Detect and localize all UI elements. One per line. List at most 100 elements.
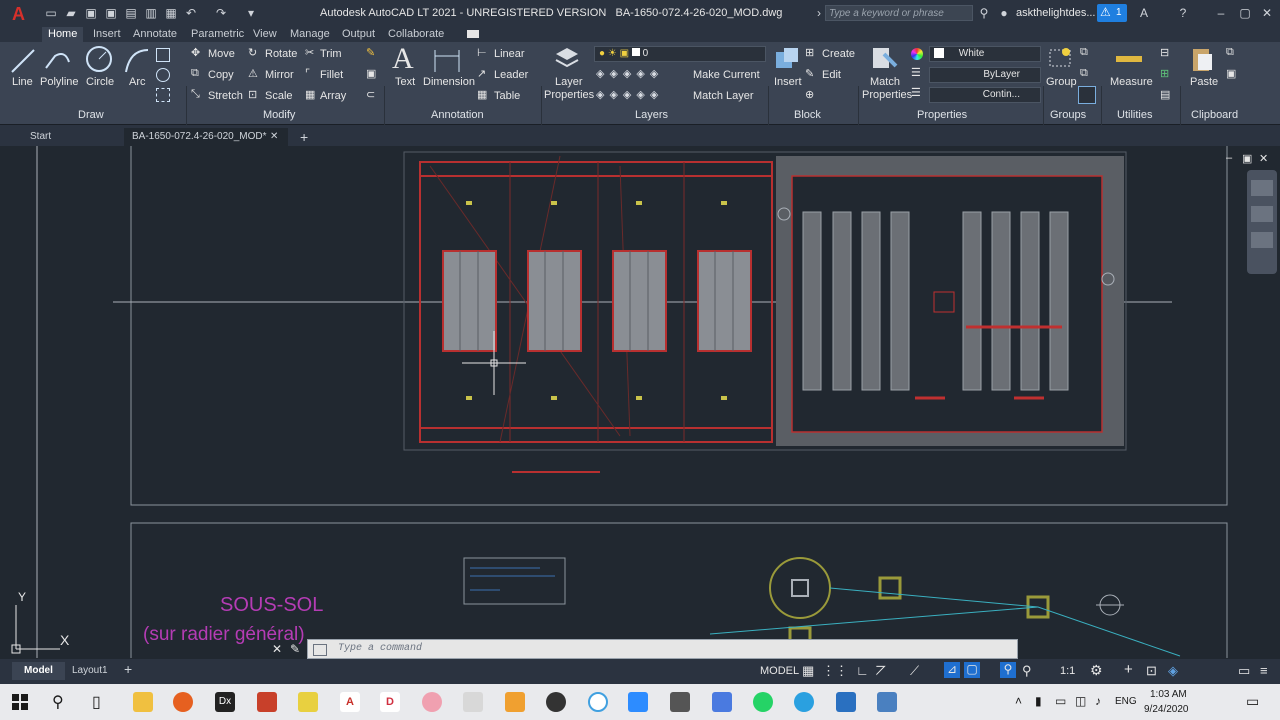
table-button[interactable]: Table <box>494 90 520 102</box>
autocad-taskbar-icon[interactable]: A <box>340 692 360 712</box>
clock-time[interactable]: 1:03 AM <box>1150 689 1187 700</box>
paste-icon[interactable] <box>1188 44 1218 74</box>
ortho-icon[interactable]: ∟ <box>856 663 869 678</box>
layer-tools-icon-row1[interactable]: ◈◈◈◈◈ <box>596 67 663 80</box>
cut-clip-icon[interactable]: ▣ <box>1226 67 1236 80</box>
autocad-logo[interactable]: A <box>12 4 30 24</box>
scale-button[interactable]: Scale <box>265 90 293 102</box>
arc-icon[interactable] <box>122 46 152 76</box>
viewport-close-icon[interactable]: ✕ <box>1259 152 1268 165</box>
polar-icon[interactable]: ⦢ <box>876 663 886 679</box>
measure-icon[interactable] <box>1116 56 1142 62</box>
tab-insert[interactable]: Insert <box>93 27 121 42</box>
properties-panel-title[interactable]: Properties <box>917 109 967 121</box>
text-button[interactable]: Text <box>395 76 415 88</box>
clean-screen-icon[interactable]: ▭ <box>1238 663 1250 679</box>
move-icon[interactable]: ✥ <box>191 46 200 59</box>
file-explorer-icon[interactable] <box>133 692 153 712</box>
ribbon-toggle-icon[interactable] <box>467 30 479 38</box>
utilities-panel-title[interactable]: Utilities <box>1117 109 1152 121</box>
color-dropdown[interactable]: White <box>929 46 1041 62</box>
ungroup-icon[interactable]: ⧉ <box>1080 46 1088 59</box>
drawing-svg[interactable] <box>0 146 1280 658</box>
osnap-icon[interactable]: ⊿ <box>944 662 960 678</box>
calculator-taskbar-icon[interactable] <box>670 692 690 712</box>
edit-button[interactable]: Edit <box>822 69 841 81</box>
fillet-icon[interactable]: ⌜ <box>305 67 310 80</box>
color-wheel-icon[interactable] <box>911 48 923 60</box>
annotation-panel-title[interactable]: Annotation <box>431 109 484 121</box>
explode-icon[interactable]: ▣ <box>366 67 376 80</box>
erase-icon[interactable]: ✎ <box>366 46 375 59</box>
workspace-gear-icon[interactable]: ⚙ <box>1090 662 1103 679</box>
layout-tab-model[interactable]: Model <box>12 662 65 680</box>
clock-date[interactable]: 9/24/2020 <box>1144 704 1189 715</box>
app-ring-icon[interactable] <box>588 692 608 712</box>
lineweight-icon[interactable]: ☰ <box>911 66 921 79</box>
tab-home[interactable]: Home <box>42 27 84 42</box>
layers-panel-title[interactable]: Layers <box>635 109 668 121</box>
linetype-icon[interactable]: ☰ <box>911 86 921 99</box>
model-space-button[interactable]: MODEL <box>760 665 799 677</box>
group-edit-icon[interactable]: ⧉ <box>1080 67 1088 80</box>
dimension-button[interactable]: Dimension <box>423 76 475 88</box>
command-settings-icon[interactable]: ✎ <box>290 642 300 656</box>
circle-icon[interactable] <box>84 44 114 74</box>
search-icon[interactable]: ⚲ <box>977 6 991 20</box>
clipboard-panel-title[interactable]: Clipboard <box>1191 109 1238 121</box>
copy-icon[interactable]: ⧉ <box>191 67 199 80</box>
search-expand-icon[interactable]: › <box>812 6 826 20</box>
copy-button[interactable]: Copy <box>208 69 234 81</box>
annotation-scale-value[interactable]: 1:1 <box>1060 665 1075 677</box>
help-icon[interactable]: ? <box>1176 6 1190 20</box>
fillet-button[interactable]: Fillet <box>320 69 343 81</box>
windows-start-icon[interactable] <box>12 694 28 710</box>
rotate-button[interactable]: Rotate <box>265 48 297 60</box>
mirror-icon[interactable]: ⚠ <box>248 67 258 80</box>
save-web-icon[interactable]: ▥ <box>144 6 158 20</box>
linear-button[interactable]: Linear <box>494 48 525 60</box>
task-view-icon[interactable]: ▯ <box>92 692 101 712</box>
group-icon[interactable] <box>1046 44 1076 74</box>
stretch-icon[interactable]: ⤡ <box>191 88 200 101</box>
rectangle-icon[interactable] <box>156 48 170 62</box>
calculator-icon[interactable]: ▤ <box>1160 88 1170 101</box>
viewport-minimize-icon[interactable]: – <box>1226 152 1232 164</box>
groups-panel-title[interactable]: Groups <box>1050 109 1086 121</box>
attributes-icon[interactable]: ⊕ <box>805 88 814 101</box>
obs-icon[interactable] <box>546 692 566 712</box>
measure-button[interactable]: Measure <box>1110 76 1153 88</box>
save-icon[interactable]: ▣ <box>84 6 98 20</box>
group-select-icon[interactable] <box>1078 86 1096 104</box>
close-tab-icon[interactable]: ✕ <box>270 128 278 146</box>
otrack-icon[interactable]: ▢ <box>964 662 980 678</box>
notifications-icon[interactable]: ▭ <box>1246 693 1259 710</box>
plot-icon[interactable]: ▦ <box>164 6 178 20</box>
annotation-scale-icon[interactable]: ⚲ <box>1022 663 1032 679</box>
quick-select-icon[interactable]: ⊟ <box>1160 46 1169 59</box>
user-name[interactable]: askthelightdes... <box>1016 7 1096 19</box>
line-button[interactable]: Line <box>12 76 33 88</box>
new-file-icon[interactable]: ▭ <box>44 6 58 20</box>
app-banner-icon[interactable] <box>463 692 483 712</box>
table-icon[interactable]: ▦ <box>477 88 487 101</box>
search-input[interactable]: Type a keyword or phrase <box>825 5 973 21</box>
line-icon[interactable] <box>8 46 38 76</box>
hardware-accel-icon[interactable]: ◈ <box>1168 663 1178 679</box>
app-orange-icon[interactable] <box>505 692 525 712</box>
usb-tray-icon[interactable]: ▮ <box>1035 694 1042 708</box>
command-close-icon[interactable]: ✕ <box>272 642 282 656</box>
volume-tray-icon[interactable]: ♪ <box>1095 694 1101 708</box>
grid-icon[interactable]: ▦ <box>802 663 814 679</box>
dx-app-icon[interactable]: Dx <box>215 692 235 712</box>
maximize-icon[interactable]: ▢ <box>1238 6 1252 20</box>
modify-panel-title[interactable]: Modify <box>263 109 295 121</box>
user-icon[interactable]: ● <box>997 6 1011 20</box>
match-properties-icon[interactable] <box>870 44 900 74</box>
create-button[interactable]: Create <box>822 48 855 60</box>
text-icon[interactable]: A <box>392 42 414 76</box>
isodraft-icon[interactable]: ⟋ <box>910 663 919 679</box>
polyline-icon[interactable] <box>43 46 73 76</box>
move-button[interactable]: Move <box>208 48 235 60</box>
web-mobile-icon[interactable]: ▤ <box>124 6 138 20</box>
